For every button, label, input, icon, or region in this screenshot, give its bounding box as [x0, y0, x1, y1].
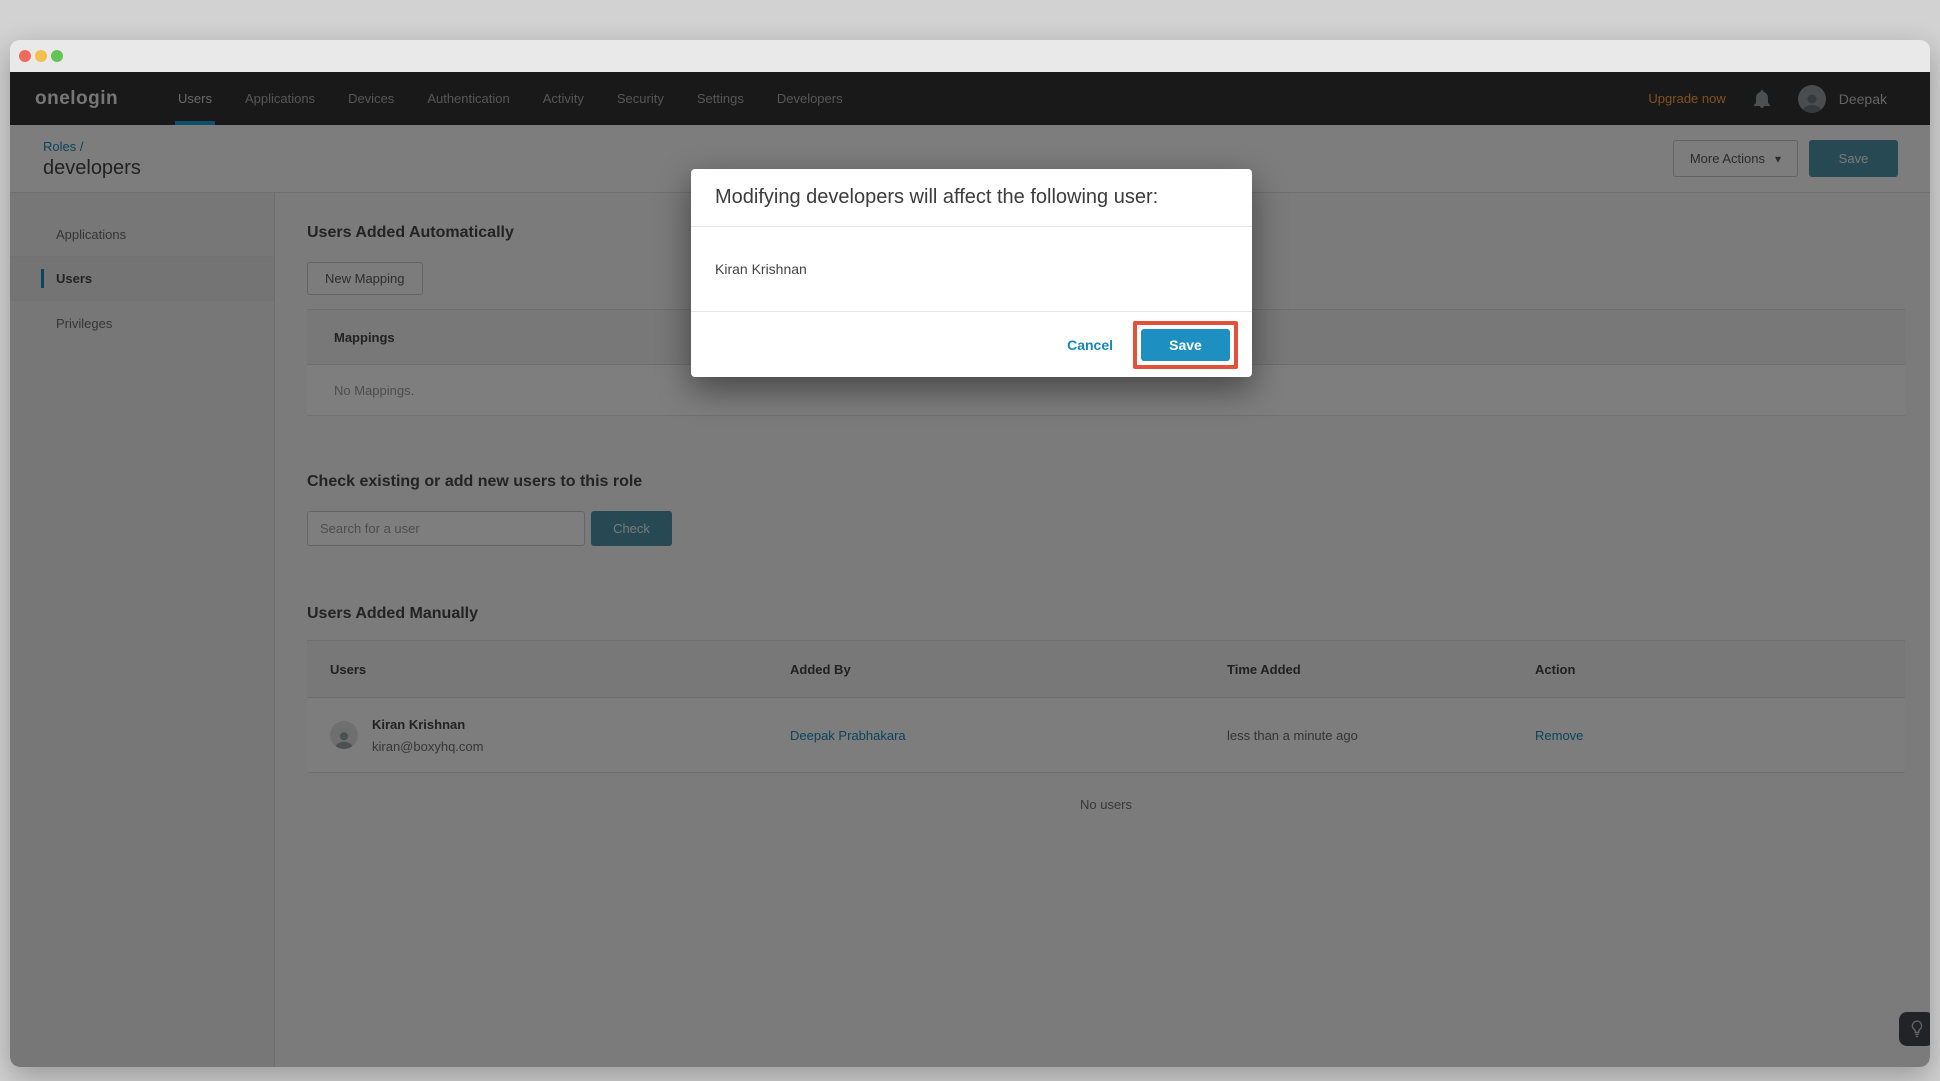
window-title-bar: [10, 40, 1930, 72]
dialog-affected-user: Kiran Krishnan: [691, 227, 1252, 312]
dialog-footer: Cancel Save: [691, 312, 1252, 377]
annotation-highlight-box: Save: [1133, 321, 1238, 369]
cancel-button[interactable]: Cancel: [1057, 331, 1123, 359]
zoom-window-button[interactable]: [51, 50, 63, 62]
dialog-title: Modifying developers will affect the fol…: [691, 169, 1252, 227]
close-window-button[interactable]: [19, 50, 31, 62]
confirmation-dialog: Modifying developers will affect the fol…: [691, 169, 1252, 377]
browser-window: onelogin Users Applications Devices Auth…: [10, 40, 1930, 1067]
minimize-window-button[interactable]: [35, 50, 47, 62]
modal-save-button[interactable]: Save: [1141, 329, 1230, 361]
page-viewport: onelogin Users Applications Devices Auth…: [10, 72, 1930, 1067]
